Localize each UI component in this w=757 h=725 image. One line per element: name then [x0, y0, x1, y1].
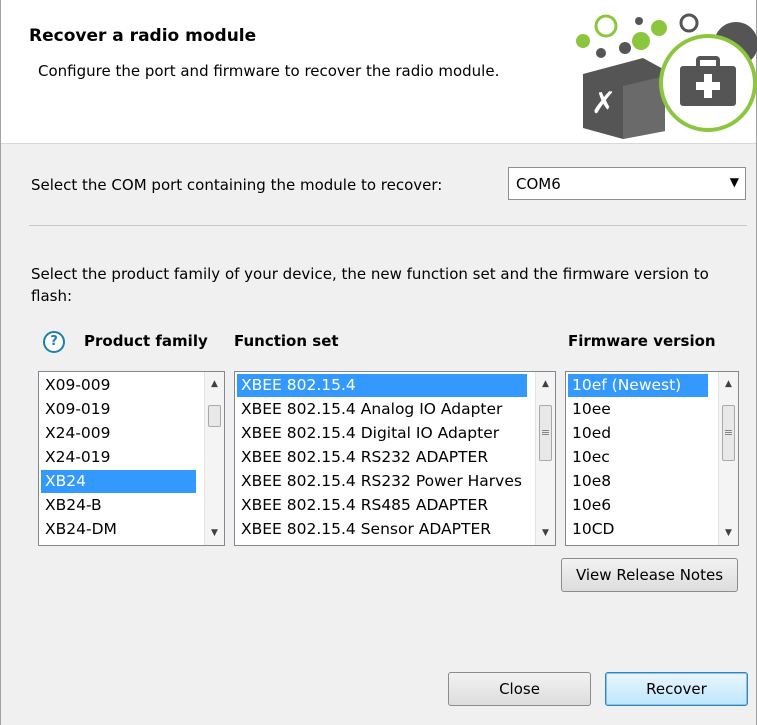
tools-box-icon: ✗	[583, 58, 665, 139]
list-item[interactable]: XB24-DM	[41, 518, 200, 541]
list-item[interactable]: 10ec	[568, 446, 712, 469]
list-item[interactable]: 10ee	[568, 398, 712, 421]
recover-dialog: Recover a radio module Configure the por…	[0, 0, 757, 725]
view-release-notes-button[interactable]: View Release Notes	[561, 558, 738, 592]
scroll-up-icon[interactable]: ▲	[205, 375, 224, 393]
scroll-thumb[interactable]: ≡	[539, 405, 552, 461]
list-item[interactable]: 10ed	[568, 422, 712, 445]
list-item[interactable]: X24-019	[41, 446, 200, 469]
firmware-version-list[interactable]: 10ef (Newest) 10ee 10ed 10ec 10e8 10e6 1…	[565, 371, 739, 546]
list-item[interactable]: 10CD	[568, 518, 712, 541]
list-item-selected[interactable]: XBEE 802.15.4	[237, 374, 527, 397]
dialog-title: Recover a radio module	[29, 26, 257, 46]
list-item[interactable]: X24-009	[41, 422, 200, 445]
com-port-label: Select the COM port containing the modul…	[31, 176, 443, 194]
list-item[interactable]: X09-019	[41, 398, 200, 421]
recover-button[interactable]: Recover	[605, 672, 748, 706]
com-port-value: COM6	[516, 175, 561, 193]
scroll-up-icon[interactable]: ▲	[719, 375, 738, 393]
list-item-selected[interactable]: XB24	[41, 470, 196, 493]
list-item[interactable]: XB24-B	[41, 494, 200, 517]
separator	[29, 225, 747, 226]
list-item[interactable]: XBEE 802.15.4 RS232 ADAPTER	[237, 446, 531, 469]
list-item[interactable]: 10e8	[568, 470, 712, 493]
scroll-down-icon[interactable]: ▼	[205, 524, 224, 542]
list-item[interactable]: XBEE 802.15.4 Digital IO Adapter	[237, 422, 531, 445]
product-family-scrollbar[interactable]: ▲ ▼	[204, 372, 224, 545]
product-family-header: Product family	[84, 332, 208, 350]
firmware-version-header: Firmware version	[568, 332, 716, 350]
list-item[interactable]: XBEE 802.15.4 Analog IO Adapter	[237, 398, 531, 421]
list-item[interactable]: X09-009	[41, 374, 200, 397]
scroll-down-icon[interactable]: ▼	[536, 524, 555, 542]
dialog-body: Select the COM port containing the modul…	[1, 144, 756, 725]
function-set-scrollbar[interactable]: ▲ ≡ ▼	[535, 372, 555, 545]
close-button[interactable]: Close	[448, 672, 591, 706]
list-item[interactable]: XBEE 802.15.4 Sensor ADAPTER	[237, 518, 531, 541]
list-item-selected[interactable]: 10ef (Newest)	[568, 374, 708, 397]
scroll-up-icon[interactable]: ▲	[536, 375, 555, 393]
scroll-thumb[interactable]	[208, 405, 221, 427]
recover-logo-icon: ✗	[576, 13, 757, 139]
function-set-list[interactable]: XBEE 802.15.4 XBEE 802.15.4 Analog IO Ad…	[234, 371, 556, 546]
function-set-header: Function set	[234, 332, 339, 350]
product-instructions: Select the product family of your device…	[31, 265, 709, 305]
scroll-thumb[interactable]: ≡	[722, 405, 735, 461]
medical-kit-icon	[659, 34, 757, 132]
scroll-down-icon[interactable]: ▼	[719, 524, 738, 542]
com-port-select[interactable]: COM6 ▼	[508, 167, 746, 200]
help-icon[interactable]: ?	[43, 331, 65, 353]
product-family-list[interactable]: X09-009 X09-019 X24-009 X24-019 XB24 XB2…	[38, 371, 225, 546]
list-item[interactable]: XBEE 802.15.4 RS232 Power Harves	[237, 470, 531, 493]
list-item[interactable]: 10e6	[568, 494, 712, 517]
dropdown-arrow-icon: ▼	[729, 175, 739, 189]
firmware-version-scrollbar[interactable]: ▲ ≡ ▼	[718, 372, 738, 545]
list-item[interactable]: XBEE 802.15.4 RS485 ADAPTER	[237, 494, 531, 517]
svg-text:✗: ✗	[591, 86, 616, 121]
dialog-header: Recover a radio module Configure the por…	[1, 0, 757, 144]
dialog-description: Configure the port and firmware to recov…	[38, 62, 500, 80]
